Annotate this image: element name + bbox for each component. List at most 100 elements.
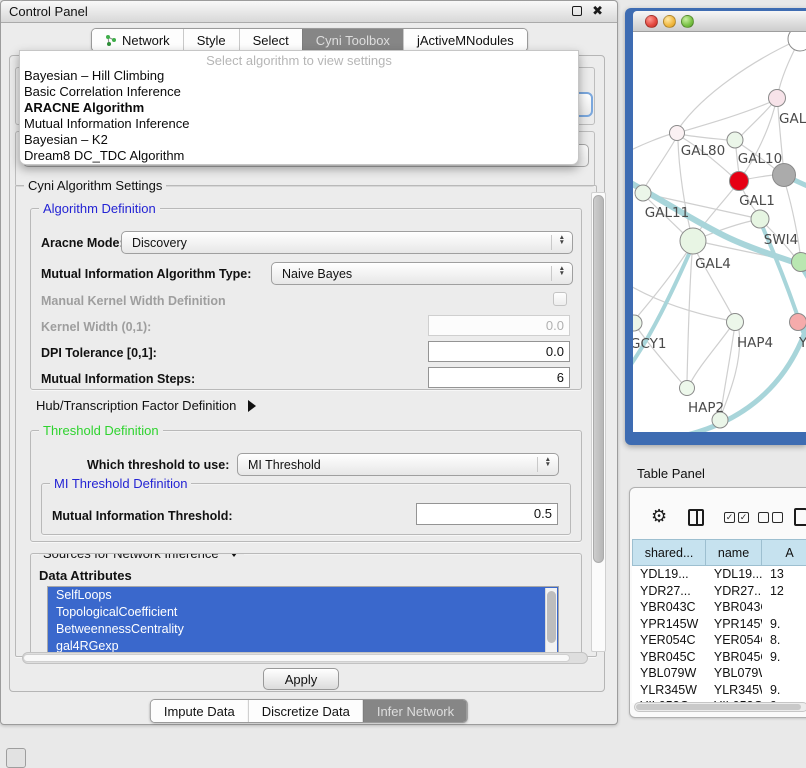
tab-discretize-data[interactable]: Discretize Data	[248, 700, 363, 722]
algorithm-option[interactable]: Basic Correlation Inference	[20, 84, 578, 100]
table-column-header[interactable]: name	[706, 539, 762, 566]
table-cell: 9.	[762, 649, 806, 666]
sources-group-title[interactable]: Sources for Network Inference	[39, 553, 244, 561]
table-row[interactable]: YDL19...YDL19...13	[632, 566, 806, 583]
table-horizontal-scrollbar[interactable]	[634, 702, 806, 712]
tab-style[interactable]: Style	[183, 29, 239, 51]
table-header-row[interactable]: shared...nameA	[632, 539, 806, 566]
settings-horizontal-scrollbar[interactable]	[22, 652, 588, 664]
cyni-algorithm-settings-group: Cyni Algorithm Settings Algorithm Defini…	[15, 185, 597, 657]
table-row[interactable]: YPR145WYPR145W9.	[632, 616, 806, 633]
network-node-label: GAL	[779, 111, 806, 127]
which-threshold-select[interactable]: MI Threshold ▲▼	[237, 453, 559, 476]
minimize-traffic-light-icon[interactable]	[663, 15, 676, 28]
zoom-traffic-light-icon[interactable]	[681, 15, 694, 28]
tab-select[interactable]: Select	[239, 29, 302, 51]
mi-threshold-definition-title: MI Threshold Definition	[50, 476, 191, 491]
control-panel-window: Control Panel ✖ NetworkStyleSelect Cyni T…	[0, 0, 618, 725]
table-cell: YBR045C	[632, 649, 706, 666]
attribute-list-item[interactable]: SelfLoops	[48, 587, 558, 604]
algorithm-option[interactable]: ARACNE Algorithm	[20, 100, 578, 116]
table-cell: YBL079W	[706, 665, 762, 682]
table-cell: 13	[762, 566, 806, 583]
network-node-label: HAP4	[737, 335, 773, 351]
algorithm-option[interactable]: Dream8 DC_TDC Algorithm	[20, 148, 578, 164]
network-node[interactable]	[792, 253, 806, 272]
algorithm-option[interactable]: Bayesian – Hill Climbing	[20, 68, 578, 84]
table-row[interactable]: YER054CYER054C8.	[632, 632, 806, 649]
mi-threshold-field[interactable]: 0.5	[416, 503, 558, 525]
algorithm-option[interactable]: Mutual Information Inference	[20, 116, 578, 132]
attribute-list-item[interactable]: BetweennessCentrality	[48, 621, 558, 638]
network-node-gcy1[interactable]	[633, 315, 642, 331]
table-row[interactable]: YBL079WYBL079W	[632, 665, 806, 682]
close-traffic-light-icon[interactable]	[645, 15, 658, 28]
tab-jactivemnodules[interactable]: jActiveMNodules	[403, 29, 527, 51]
mi-algorithm-type-select[interactable]: Naive Bayes ▲▼	[271, 262, 573, 285]
network-node-gal80[interactable]	[670, 126, 685, 141]
network-node-hap4[interactable]	[727, 314, 744, 331]
new-table-icon[interactable]	[794, 508, 806, 526]
network-node-gal4[interactable]	[680, 228, 706, 254]
network-node-label: GAL10	[738, 151, 782, 167]
network-node-gal1[interactable]	[730, 172, 749, 191]
hub-definition-expander[interactable]: Hub/Transcription Factor Definition	[36, 398, 256, 413]
control-panel-titlebar[interactable]: Control Panel ✖	[1, 1, 617, 23]
network-window-titlebar[interactable]	[633, 11, 806, 32]
unchecked-checkbox-icon[interactable]	[758, 512, 769, 523]
table-row[interactable]: YDR27...YDR27...12	[632, 583, 806, 600]
table-cell: 12	[762, 583, 806, 600]
mi-threshold-definition-group: MI Threshold Definition Mutual Informati…	[41, 483, 571, 535]
data-attributes-label: Data Attributes	[39, 568, 132, 583]
mi-type-label: Mutual Information Algorithm Type:	[41, 267, 251, 281]
kernel-width-field[interactable]: 0.0	[428, 315, 570, 336]
float-window-icon[interactable]	[572, 6, 582, 16]
network-node-gal11[interactable]	[635, 185, 651, 201]
table-cell: YLR345W	[706, 682, 762, 699]
tab-impute-data[interactable]: Impute Data	[151, 700, 248, 722]
network-node[interactable]	[788, 32, 806, 51]
network-node-gal10[interactable]	[727, 132, 743, 148]
table-cell	[762, 665, 806, 682]
settings-vertical-scrollbar[interactable]	[591, 192, 606, 652]
table-row[interactable]: YLR345WYLR345W9.	[632, 682, 806, 699]
bottom-left-clipped-button[interactable]	[6, 748, 26, 768]
table-row[interactable]: YBR043CYBR043C	[632, 599, 806, 616]
network-edge	[741, 104, 772, 136]
tab-cyni-toolbox[interactable]: Cyni Toolbox	[302, 29, 403, 51]
tab-network[interactable]: Network	[92, 29, 183, 51]
network-edge	[685, 135, 727, 140]
attribute-list-item[interactable]: TopologicalCoefficient	[48, 604, 558, 621]
gear-icon[interactable]: ⚙	[651, 507, 667, 525]
table-cell: YDR27...	[706, 583, 762, 600]
algorithm-dropdown-popup: Select algorithm to view settings Bayesi…	[19, 50, 579, 165]
table-row[interactable]: YBR045CYBR045C9.	[632, 649, 806, 666]
checked-checkbox-icon[interactable]: ✓	[738, 512, 749, 523]
network-node-gal[interactable]	[769, 90, 786, 107]
list-scrollbar[interactable]	[545, 588, 557, 654]
dpi-tolerance-field[interactable]: 0.0	[428, 341, 570, 362]
data-attributes-list[interactable]: SelfLoopsTopologicalCoefficientBetweenne…	[47, 586, 559, 656]
close-window-icon[interactable]: ✖	[592, 5, 603, 17]
checked-checkbox-icon[interactable]: ✓	[724, 512, 735, 523]
mi-steps-field[interactable]: 6	[428, 367, 570, 388]
table-column-header[interactable]: A	[762, 539, 806, 566]
network-node-y[interactable]	[790, 314, 806, 331]
network-node-hap2[interactable]	[680, 381, 695, 396]
column-browser-icon[interactable]	[688, 509, 704, 526]
network-edge	[684, 101, 773, 131]
unchecked-checkbox-icon[interactable]	[772, 512, 783, 523]
network-node-swi4[interactable]	[751, 210, 769, 228]
settings-group-title: Cyni Algorithm Settings	[24, 178, 166, 193]
tab-label: Cyni Toolbox	[316, 33, 390, 48]
table-body[interactable]: YDL19...YDL19...13YDR27...YDR27...12YBR0…	[632, 566, 806, 703]
apply-button[interactable]: Apply	[263, 668, 339, 690]
network-node-label: HAP2	[688, 400, 724, 416]
collapse-down-icon	[228, 553, 240, 557]
manual-kernel-checkbox[interactable]	[553, 292, 567, 306]
algorithm-option[interactable]: Bayesian – K2	[20, 132, 578, 148]
network-canvas[interactable]: GALGAL80GAL10GAL1GAL11SWI4GAL4GCY1HAP4YH…	[633, 32, 806, 432]
aracne-mode-select[interactable]: Discovery ▲▼	[121, 231, 573, 254]
tab-infer-network[interactable]: Infer Network	[363, 700, 467, 722]
table-column-header[interactable]: shared...	[632, 539, 706, 566]
